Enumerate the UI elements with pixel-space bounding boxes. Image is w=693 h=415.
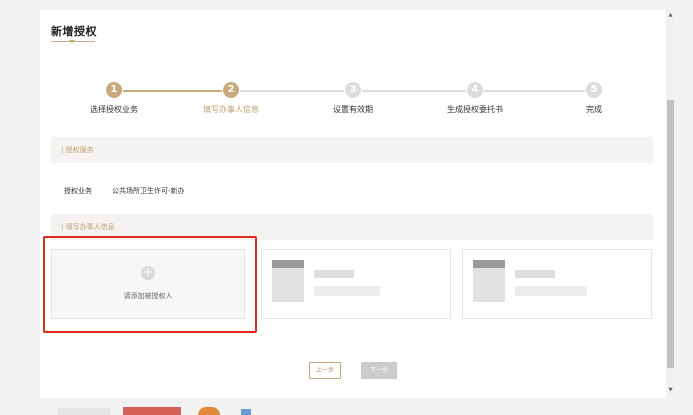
app-root: 新增授权 1 选择授权业务 2 填写办事人信息 3 设置有效期 4 生成授权委托书 5 完成 | … bbox=[0, 0, 693, 415]
step-label: 设置有效期 bbox=[333, 105, 373, 114]
redacted-block bbox=[314, 270, 354, 278]
footer-logo bbox=[241, 409, 251, 415]
service-label: 授权业务 bbox=[64, 187, 92, 195]
step-2: 2 填写办事人信息 bbox=[186, 82, 276, 115]
page-title: 新增授权 bbox=[51, 25, 97, 38]
step-label: 生成授权委托书 bbox=[447, 105, 503, 114]
section-service-title: | 授权服务 bbox=[61, 146, 94, 154]
step-label: 完成 bbox=[586, 105, 602, 114]
prev-step-button[interactable]: 上一步 bbox=[309, 362, 341, 379]
service-info-row: 授权业务 公共场所卫生许可-新办 bbox=[64, 186, 185, 196]
content-card: 新增授权 1 选择授权业务 2 填写办事人信息 3 设置有效期 4 生成授权委托书 5 完成 | … bbox=[40, 10, 666, 398]
service-value: 公共场所卫生许可-新办 bbox=[112, 187, 185, 195]
footer-strip bbox=[0, 398, 693, 415]
step-4: 4 生成授权委托书 bbox=[430, 82, 520, 115]
step-number-icon: 3 bbox=[345, 82, 361, 98]
redacted-block bbox=[314, 286, 380, 296]
next-step-button[interactable]: 下一步 bbox=[361, 362, 397, 379]
highlight-box bbox=[43, 236, 257, 333]
title-caret bbox=[69, 40, 75, 43]
step-number-icon: 5 bbox=[586, 82, 602, 98]
section-service-header: | 授权服务 bbox=[51, 137, 653, 163]
step-number-icon: 2 bbox=[223, 82, 239, 98]
redacted-block bbox=[272, 260, 304, 268]
step-label: 填写办事人信息 bbox=[203, 105, 259, 114]
footer-logo bbox=[58, 408, 110, 415]
footer-logo bbox=[198, 407, 220, 415]
scrollbar-thumb[interactable] bbox=[667, 100, 674, 368]
section-agent-title: | 填写办事人信息 bbox=[61, 223, 115, 231]
step-label: 选择授权业务 bbox=[90, 105, 138, 114]
step-5: 5 完成 bbox=[549, 82, 639, 115]
agent-card[interactable] bbox=[261, 249, 451, 319]
step-number-icon: 1 bbox=[106, 82, 122, 98]
footer-logo bbox=[123, 407, 181, 415]
scroll-down-icon[interactable]: ▼ bbox=[666, 387, 675, 393]
redacted-block bbox=[515, 270, 555, 278]
scroll-up-icon[interactable]: ▲ bbox=[666, 12, 675, 18]
step-number-icon: 4 bbox=[467, 82, 483, 98]
step-1: 1 选择授权业务 bbox=[69, 82, 159, 115]
agent-card[interactable] bbox=[462, 249, 652, 319]
redacted-block bbox=[473, 260, 505, 268]
redacted-block bbox=[515, 286, 587, 296]
step-3: 3 设置有效期 bbox=[308, 82, 398, 115]
